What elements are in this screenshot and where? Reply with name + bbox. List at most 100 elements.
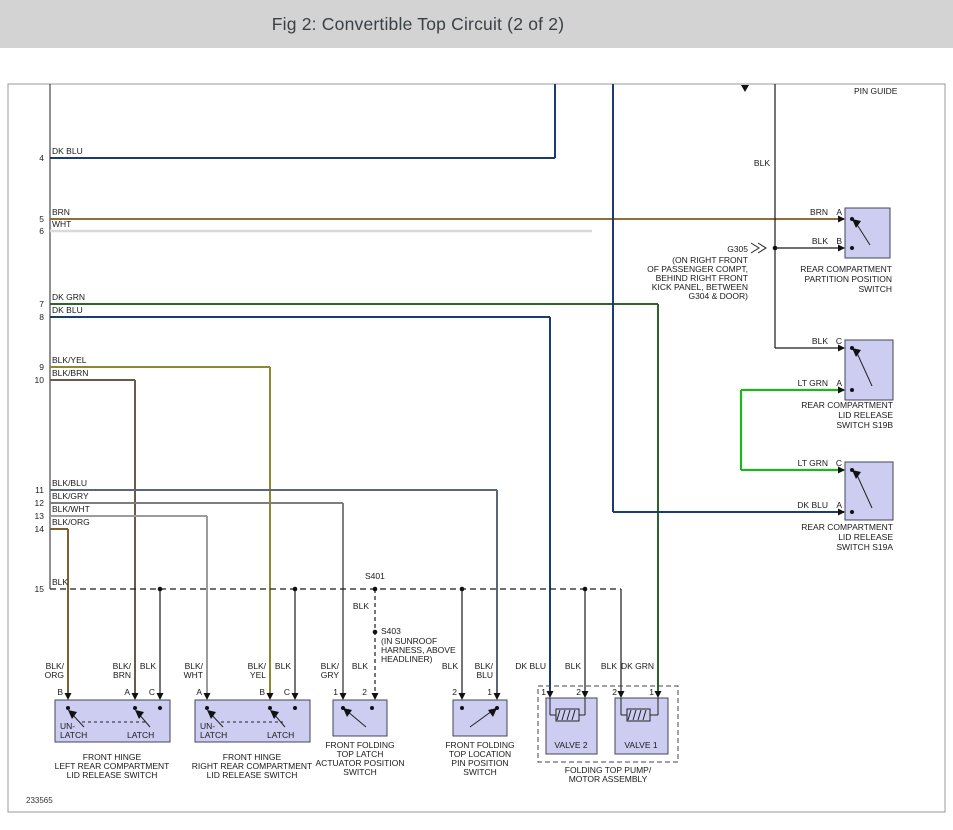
pin-letter: A (836, 378, 842, 388)
junction-dot (583, 587, 588, 592)
junction-dot (773, 246, 778, 251)
wire-label: BLK (601, 661, 617, 671)
pin-number: 15 (35, 584, 45, 594)
circuit-row-15-ground: 15 BLK S401 BLK S403 (IN SUNROOF (35, 571, 625, 700)
wiring-diagram-svg: PIN GUIDE 233565 4 DK BLU 5 BRN 6 WHT 7 … (0, 0, 953, 830)
connector-arrow (582, 691, 589, 698)
ground-label-g305: G305 (727, 244, 748, 254)
switch-position-label: LATCH (200, 730, 227, 740)
valve2-label: VALVE 2 (554, 740, 588, 750)
pin-number: 7 (39, 299, 44, 309)
pin-number: 5 (39, 214, 44, 224)
component-box (845, 208, 890, 258)
switch-contact (66, 706, 70, 710)
connector-arrow (459, 693, 466, 700)
pin-letter: C (836, 458, 842, 468)
pin-letter: A (836, 500, 842, 510)
switch-contact (850, 388, 854, 392)
switch-contact (850, 510, 854, 514)
wire-label: YEL (250, 670, 266, 680)
switch-position-label: LATCH (127, 730, 154, 740)
pin-letter: C (149, 687, 155, 697)
pin-letter: B (57, 687, 63, 697)
pin-number: 10 (35, 375, 45, 385)
switch-position-label: LATCH (60, 730, 87, 740)
figure-id: 233565 (26, 796, 53, 805)
wiring-diagram-page: Fig 2: Convertible Top Circuit (2 of 2) … (0, 0, 953, 830)
wire-label: LT GRN (798, 458, 828, 468)
component-box (333, 700, 387, 736)
wire-label: DK BLU (52, 146, 83, 156)
wire-label: BLK (812, 236, 828, 246)
component-label: LID RELEASE SWITCH (67, 770, 158, 780)
wire-label: BLK/GRY (52, 491, 89, 501)
component-label: MOTOR ASSEMBLY (569, 774, 648, 784)
connector-arrow (204, 693, 211, 700)
pin-letter: B (836, 236, 842, 246)
circuit-row-5: 5 BRN (39, 207, 844, 224)
wire-label: BLK (565, 661, 581, 671)
circuit-row-4: 4 DK BLU (39, 84, 555, 163)
wire-label: DK BLU (52, 305, 83, 315)
wire-label: BLK/BRN (52, 368, 88, 378)
switch-contact (850, 246, 854, 250)
switch-contact (158, 706, 162, 710)
connector-arrow (618, 691, 625, 698)
connector-arrow (157, 693, 164, 700)
wire-label: BLU (476, 670, 493, 680)
wire-label: BLK (754, 158, 770, 168)
wire-label: BLK/WHT (52, 504, 90, 514)
connector-arrow (267, 693, 274, 700)
splice-dot-s401 (373, 587, 378, 592)
wire-label: WHT (52, 219, 71, 229)
folding-top-pump-motor-assembly: DK BLU BLK BLK DK GRN 1 2 2 1 (515, 661, 678, 784)
connector-arrow (292, 693, 299, 700)
pin-number: 11 (35, 485, 44, 495)
switch-contact (370, 706, 374, 710)
wire-label: LT GRN (798, 378, 828, 388)
pin-letter: A (124, 687, 130, 697)
switch-contact (133, 706, 137, 710)
wire-label: BRN (113, 670, 131, 680)
wire-label: BLK (52, 577, 68, 587)
wire-label: WHT (184, 670, 203, 680)
component-label: LID RELEASE SWITCH (207, 770, 298, 780)
component-label: REAR COMPARTMENT (801, 400, 893, 410)
component-label: SWITCH S19A (836, 542, 893, 552)
junction-dot (293, 587, 298, 592)
wire-label: GRY (321, 670, 340, 680)
wire-label: BLK (353, 601, 369, 611)
pin-number: 2 (362, 687, 367, 697)
wire-label: BLK (140, 661, 156, 671)
pin-number: 2 (576, 687, 581, 697)
pin-number: 14 (35, 524, 45, 534)
component-label: LID RELEASE (838, 410, 893, 420)
splice-location-text: HEADLINER) (381, 654, 433, 664)
switch-contact (205, 706, 209, 710)
splice-label-s401: S401 (365, 571, 385, 581)
pin-number: 1 (487, 687, 492, 697)
wire-label: BRN (810, 207, 828, 217)
rear-compartment-partition-position-switch: BRN A BLK B REAR COMPARTMENT PARTITION P… (800, 207, 892, 294)
wire-label: BLK/ORG (52, 517, 90, 527)
component-label: SWITCH (343, 767, 377, 777)
pin-letter: A (196, 687, 202, 697)
pin-number: 1 (333, 687, 338, 697)
component-label: SWITCH (463, 767, 497, 777)
pin-number: 1 (541, 687, 546, 697)
pin-letter: C (836, 336, 842, 346)
connector-arrow (655, 691, 662, 698)
circuit-row-9: 9 BLK/YEL (39, 355, 273, 700)
wire-label: DK GRN (52, 292, 85, 302)
wire-label: DK BLU (515, 661, 546, 671)
rear-compartment-lid-release-switch-s19b: BLK C LT GRN A REAR COMPARTMENT LID RELE… (798, 336, 894, 430)
connector-arrow (372, 693, 379, 700)
front-hinge-right-lid-release-switch: BLK/ WHT A BLK/ YEL B BLK C UN- LATCH LA… (184, 661, 313, 780)
junction-dot (158, 587, 163, 592)
wire-label: BRN (52, 207, 70, 217)
wire-label: BLK (442, 661, 458, 671)
ground-location-text: G304 & DOOR) (688, 291, 748, 301)
switch-contact (293, 706, 297, 710)
wire-label: BLK/YEL (52, 355, 87, 365)
connector-arrow (65, 693, 72, 700)
